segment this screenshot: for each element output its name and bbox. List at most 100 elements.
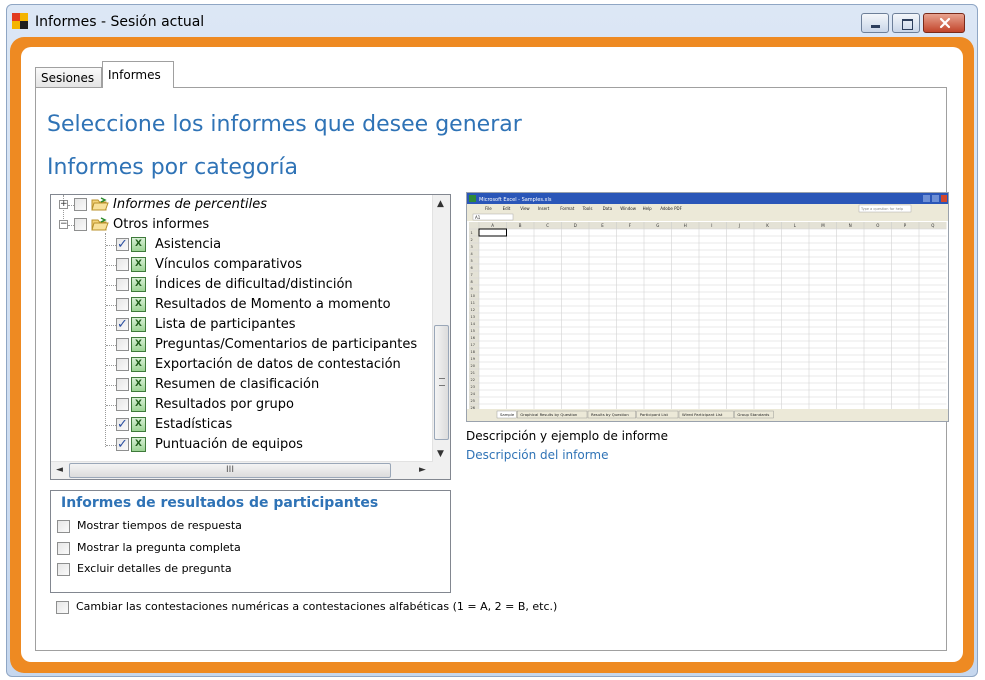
tree-item-vinculos[interactable]: X Vínculos comparativos <box>51 255 431 275</box>
tree-line <box>106 305 116 306</box>
excel-menu-item: Tools <box>582 206 593 211</box>
item-checkbox[interactable] <box>116 338 129 351</box>
excel-menu-item: Edit <box>503 206 511 211</box>
tree-item-estadisticas[interactable]: ✓ X Estadísticas <box>51 415 431 435</box>
option-checkbox[interactable] <box>57 520 70 533</box>
item-checkbox[interactable]: ✓ <box>116 418 129 431</box>
tab-label: Informes <box>108 68 161 82</box>
excel-row-header: 11 <box>471 301 475 305</box>
excel-column-header: G <box>656 223 659 228</box>
window-frame: Sesiones Informes Seleccione los informe… <box>10 37 974 673</box>
item-checkbox[interactable] <box>116 378 129 391</box>
tree-item-lista[interactable]: ✓ X Lista de participantes <box>51 315 431 335</box>
excel-column-header: D <box>574 223 577 228</box>
tree-item-resumen[interactable]: X Resumen de clasificación <box>51 375 431 395</box>
item-checkbox[interactable] <box>116 278 129 291</box>
tree-item-exportacion[interactable]: X Exportación de datos de contestación <box>51 355 431 375</box>
item-checkbox[interactable] <box>116 398 129 411</box>
excel-row-header: 21 <box>471 371 475 375</box>
option-checkbox[interactable] <box>57 563 70 576</box>
item-checkbox[interactable] <box>116 298 129 311</box>
scrollbar-corner <box>433 462 450 479</box>
scroll-down-icon[interactable]: ▼ <box>437 449 444 459</box>
excel-menu-item: Adobe PDF <box>660 206 682 211</box>
excel-menu-item: Help <box>643 206 653 211</box>
category-label: Informes de percentiles <box>113 197 267 212</box>
minimize-button[interactable] <box>861 13 889 33</box>
excel-row-header: 13 <box>471 315 475 319</box>
item-label: Asistencia <box>155 237 222 252</box>
tab-informes[interactable]: Informes <box>102 61 174 88</box>
scroll-right-icon[interactable]: ► <box>419 465 426 475</box>
expand-icon[interactable]: + <box>59 200 68 209</box>
excel-report-icon: X <box>131 357 146 372</box>
tree-horizontal-scrollbar[interactable]: ◄ III ► <box>51 461 433 479</box>
tree-line <box>106 245 116 246</box>
scroll-left-icon[interactable]: ◄ <box>56 465 63 475</box>
page-title: Seleccione los informes que desee genera… <box>47 112 522 137</box>
tree-line <box>106 265 116 266</box>
tree-line <box>106 425 116 426</box>
vertical-scroll-thumb[interactable] <box>434 325 449 440</box>
excel-column-header: N <box>849 223 852 228</box>
excel-row-header: 9 <box>471 287 473 291</box>
grip-icon <box>439 378 445 386</box>
excel-menu-item: File <box>485 206 492 211</box>
excel-row-header: 15 <box>471 329 475 333</box>
maximize-button[interactable] <box>892 13 920 33</box>
tree-item-preguntas[interactable]: X Preguntas/Comentarios de participantes <box>51 335 431 355</box>
tree-item-indices[interactable]: X Índices de dificultad/distinción <box>51 275 431 295</box>
tree-category-otros[interactable]: − Otros informes <box>51 215 431 235</box>
excel-report-icon: X <box>131 377 146 392</box>
option-checkbox[interactable] <box>56 601 69 614</box>
tree-item-equipos[interactable]: ✓ X Puntuación de equipos <box>51 435 431 455</box>
option-checkbox[interactable] <box>57 542 70 555</box>
excel-row-header: 3 <box>471 245 473 249</box>
tab-sesiones[interactable]: Sesiones <box>35 67 102 87</box>
item-checkbox[interactable]: ✓ <box>116 318 129 331</box>
scroll-up-icon[interactable]: ▲ <box>437 199 444 209</box>
category-checkbox[interactable] <box>74 218 87 231</box>
close-button[interactable] <box>923 13 965 33</box>
report-description-link[interactable]: Descripción del informe <box>466 448 609 462</box>
excel-sheet-tab: Participant List <box>640 412 669 417</box>
excel-menu-item: Format <box>560 206 575 211</box>
tree-line <box>106 285 116 286</box>
option-label: Mostrar tiempos de respuesta <box>77 519 242 532</box>
excel-row-header: 6 <box>471 266 473 270</box>
excel-report-icon: X <box>131 397 146 412</box>
item-label: Estadísticas <box>155 417 233 432</box>
excel-report-icon: X <box>131 317 146 332</box>
category-checkbox[interactable] <box>74 198 87 211</box>
tree-line <box>106 325 116 326</box>
excel-row-header: 12 <box>471 308 475 312</box>
excel-row-header: 25 <box>471 399 475 403</box>
excel-column-header: A <box>491 223 494 228</box>
excel-column-header: J <box>738 223 740 228</box>
item-checkbox[interactable]: ✓ <box>116 438 129 451</box>
main-panel: Sesiones Informes Seleccione los informe… <box>21 47 963 662</box>
tree-item-grupo[interactable]: X Resultados por grupo <box>51 395 431 415</box>
tree-item-asistencia[interactable]: ✓ X Asistencia <box>51 235 431 255</box>
tree-line <box>106 365 116 366</box>
excel-sheet-tab: Wired Participant List <box>682 412 723 417</box>
excel-row-header: 2 <box>471 238 473 242</box>
item-label: Resumen de clasificación <box>155 377 320 392</box>
item-label: Resultados por grupo <box>155 397 294 412</box>
tree-category-percentiles[interactable]: + Informes de percentiles <box>51 195 431 215</box>
item-checkbox[interactable]: ✓ <box>116 238 129 251</box>
tree-item-momento[interactable]: X Resultados de Momento a momento <box>51 295 431 315</box>
tree-vertical-scrollbar[interactable]: ▲ ▼ <box>432 195 450 462</box>
horizontal-scroll-thumb[interactable]: III <box>69 463 391 478</box>
excel-row-header: 19 <box>471 357 475 361</box>
title-bar[interactable]: Informes - Sesión actual <box>7 5 977 39</box>
report-tree[interactable]: + Informes de percentiles − Otros inform… <box>50 194 451 480</box>
excel-menu-item: Data <box>603 206 613 211</box>
collapse-icon[interactable]: − <box>59 220 68 229</box>
category-label: Otros informes <box>113 217 210 232</box>
excel-column-header: Q <box>931 223 934 228</box>
item-label: Lista de participantes <box>155 317 296 332</box>
item-checkbox[interactable] <box>116 358 129 371</box>
item-label: Puntuación de equipos <box>155 437 303 452</box>
item-checkbox[interactable] <box>116 258 129 271</box>
